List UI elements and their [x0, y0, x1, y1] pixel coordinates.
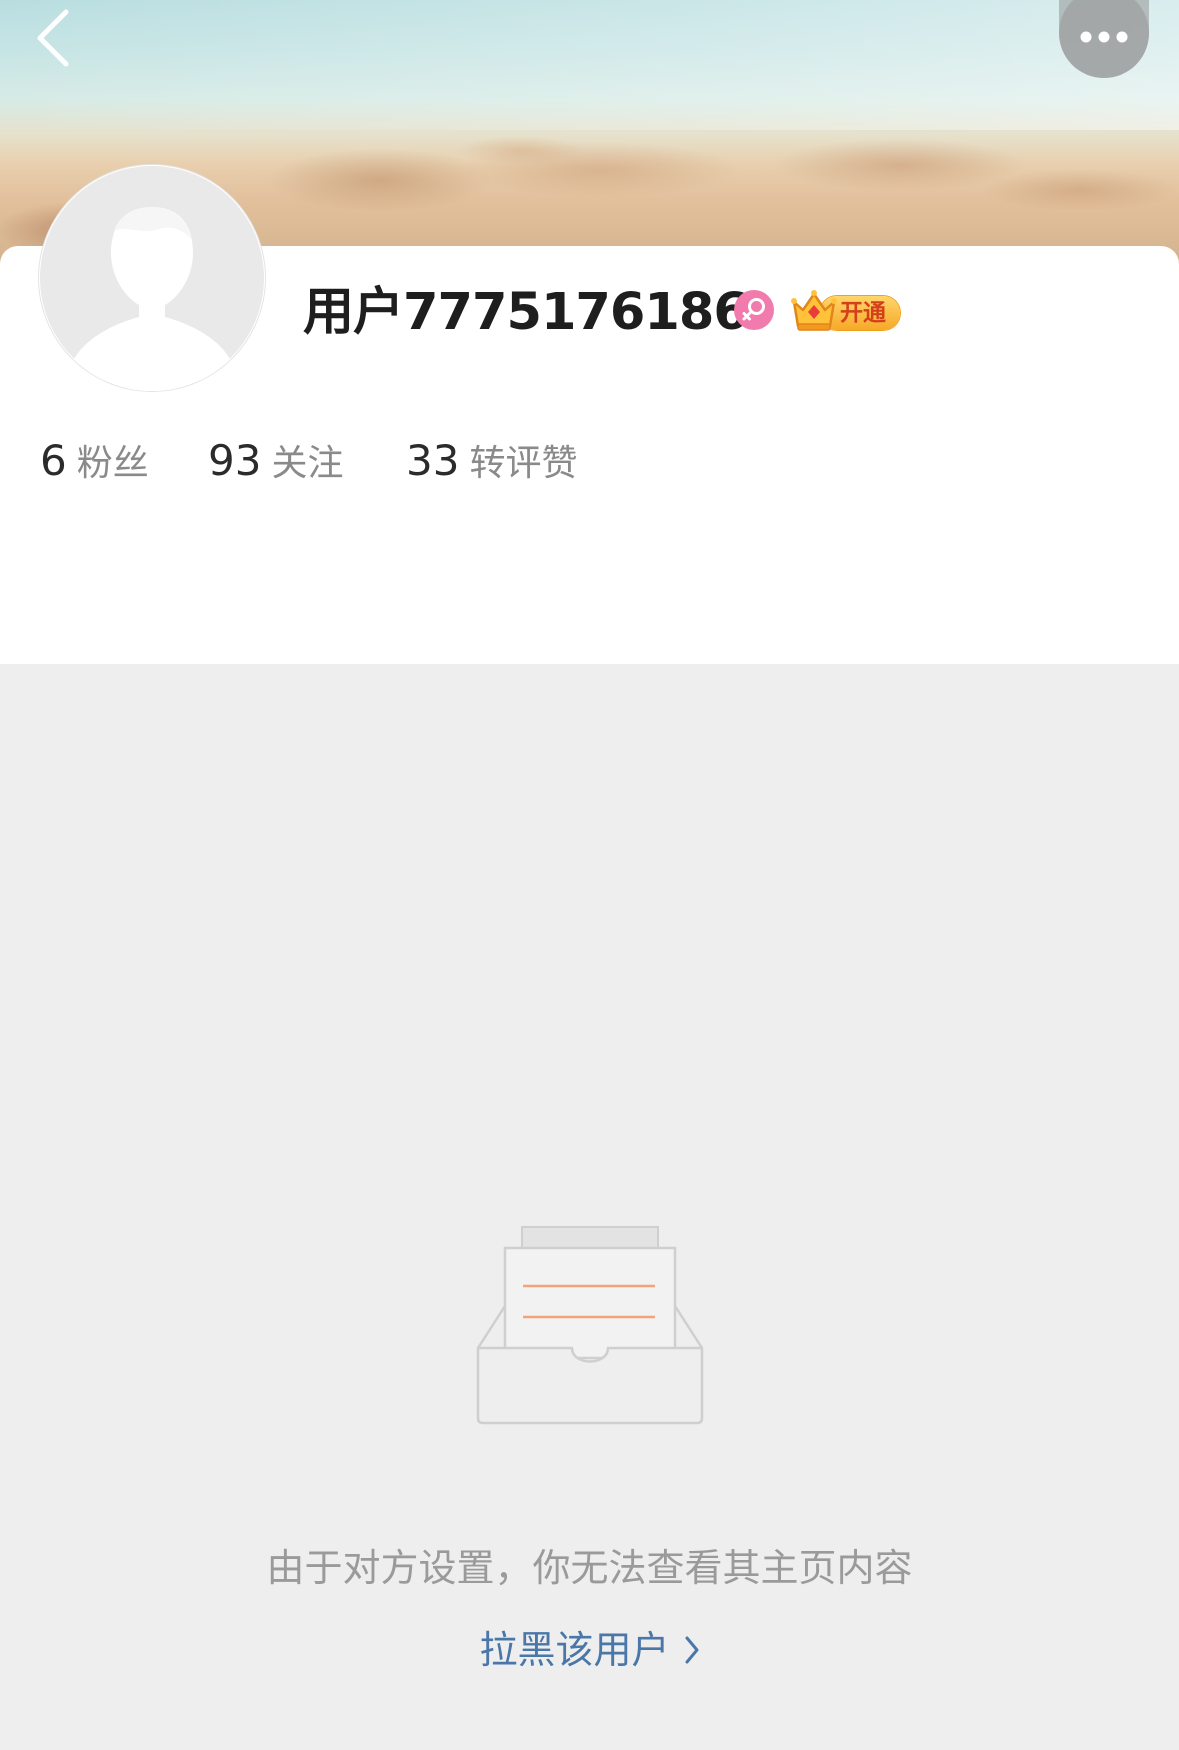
female-icon: [733, 289, 775, 331]
crown-icon: [791, 290, 837, 331]
stat-fans-label: 粉丝: [76, 443, 149, 484]
stat-following-count: 93: [208, 436, 262, 485]
empty-state-message: 由于对方设置，你无法查看其主页内容: [266, 1546, 913, 1590]
stat-interactions-label: 转评赞: [469, 443, 578, 484]
stat-interactions[interactable]: 33 转评赞: [406, 433, 577, 492]
stat-fans-count: 6: [40, 436, 67, 485]
empty-inbox-icon: [475, 1224, 705, 1429]
vip-open-button[interactable]: 开通: [790, 288, 902, 332]
stat-fans[interactable]: 6 粉丝: [40, 433, 149, 492]
stat-following[interactable]: 93 关注: [208, 433, 343, 492]
default-avatar-icon: [40, 166, 264, 391]
chevron-left-icon: [37, 9, 69, 67]
vip-label: 开通: [840, 300, 886, 326]
back-button[interactable]: [28, 6, 84, 68]
stat-following-label: 关注: [271, 443, 344, 484]
block-user-link[interactable]: 拉黑该用户: [0, 1622, 1179, 1678]
block-user-label: 拉黑该用户: [479, 1628, 670, 1672]
stat-interactions-count: 33: [406, 436, 460, 485]
chevron-right-icon: [685, 1636, 698, 1663]
avatar[interactable]: [39, 165, 265, 391]
more-dots-icon: [1080, 31, 1128, 43]
username: 用户7775176186: [303, 283, 749, 342]
cover-haze: [0, 0, 1179, 130]
